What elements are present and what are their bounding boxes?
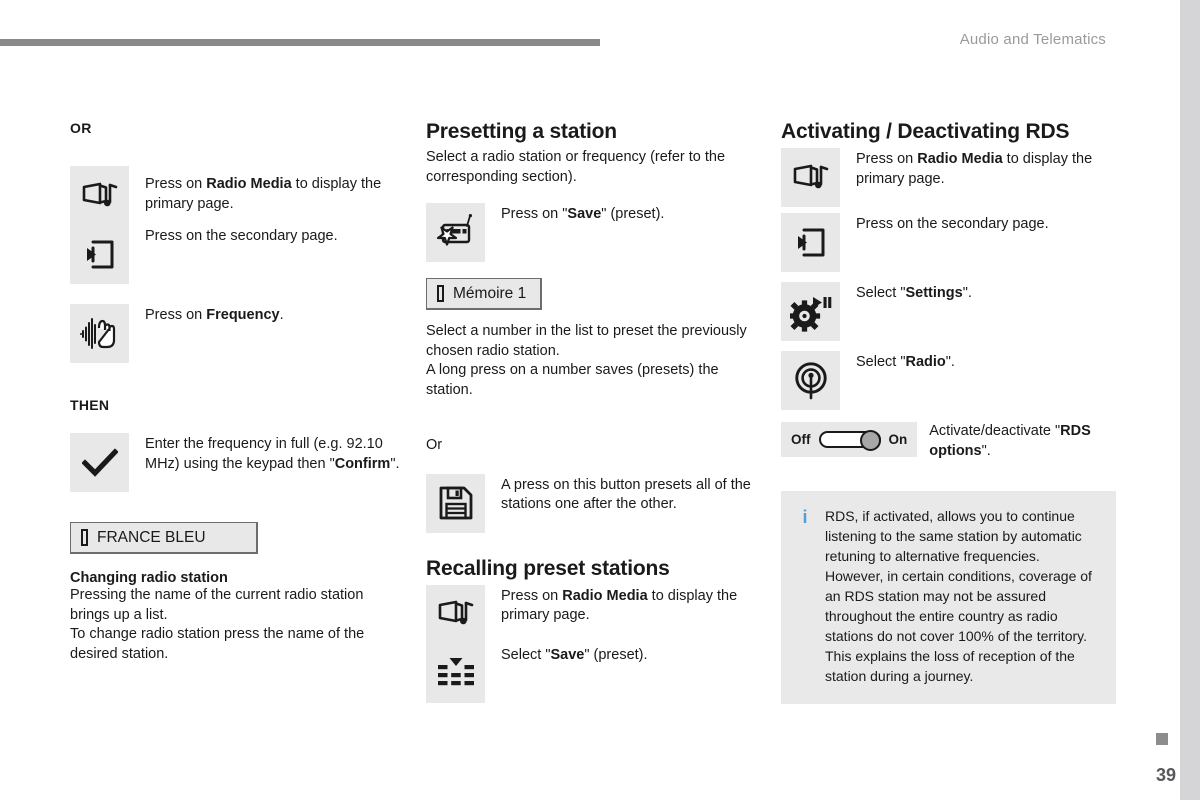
step-text-rds-settings: Select "Settings". (856, 285, 972, 302)
step-row-rds-radio-media: Press on Radio Media to display the prim… (781, 148, 1116, 208)
header-rule (0, 39, 600, 46)
page-corner-marker (1156, 733, 1168, 745)
radio-star-save-icon[interactable] (426, 203, 485, 263)
radio-media-icon[interactable] (781, 148, 840, 208)
memory-note: Select a number in the list to preset th… (426, 323, 747, 398)
toggle-track[interactable] (818, 430, 881, 452)
presetting-title: Presetting a station (426, 120, 617, 143)
step-text-radio-media: Press on Radio Media to display the prim… (145, 176, 382, 212)
step-text-confirm: Enter the frequency in full (e.g. 92.10 … (145, 436, 400, 472)
memory-button-label: Mémoire 1 (453, 284, 527, 302)
step-text-rds-radio-media: Press on Radio Media to display the prim… (856, 151, 1093, 187)
toggle-on-label: On (888, 432, 908, 448)
toggle-off-label: Off (791, 432, 811, 448)
radio-media-icon[interactable] (70, 166, 129, 225)
secondary-page-icon[interactable] (781, 213, 840, 273)
header-title: Audio and Telematics (959, 31, 1106, 48)
step-row-rds-secondary-page: Press on the secondary page. (781, 213, 1116, 273)
changing-station-body: Pressing the name of the current radio s… (70, 587, 365, 662)
or-label: OR (70, 120, 92, 136)
step-text-rds-toggle: Activate/deactivate "RDS options". (929, 423, 1091, 459)
step-text-rds-radio: Select "Radio". (856, 354, 955, 371)
info-icon: i (802, 507, 808, 528)
floppy-disk-icon[interactable] (426, 473, 485, 533)
step-row-recall-radio-media: Press on Radio Media to display the prim… (426, 584, 756, 644)
step-row-preset-all: A press on this button presets all of th… (426, 473, 756, 533)
station-name-button[interactable]: FRANCE BLEU (70, 522, 258, 554)
column-middle: Presetting a station Select a radio stat… (426, 120, 756, 703)
step-text-preset-all: A press on this button presets all of th… (501, 476, 751, 513)
check-mark-icon[interactable] (70, 433, 129, 492)
rds-info-box: i RDS, if activated, allows you to conti… (781, 491, 1116, 705)
step-text-frequency: Press on Frequency. (145, 307, 284, 323)
step-row-rds-settings: Select "Settings". (781, 282, 1116, 342)
step-row-secondary-page: Press on the secondary page. (70, 225, 400, 284)
step-row-frequency: Press on Frequency. (70, 304, 400, 363)
station-name-label: FRANCE BLEU (97, 528, 206, 546)
recalling-title: Recalling preset stations (426, 556, 670, 580)
radio-media-icon[interactable] (426, 584, 485, 644)
secondary-page-icon[interactable] (70, 225, 129, 284)
frequency-waveform-icon[interactable] (70, 304, 129, 363)
step-text-secondary-page: Press on the secondary page. (145, 228, 338, 244)
step-row-rds-toggle: Off On Activate/deactivate "RDS options"… (781, 422, 1116, 461)
radio-antenna-icon[interactable] (781, 351, 840, 411)
or-label-middle: Or (426, 437, 443, 454)
then-label: THEN (70, 397, 110, 413)
toggle-knob[interactable] (859, 430, 881, 452)
step-row-recall-preset-list: Select "Save" (preset). (426, 643, 756, 703)
column-right: Activating / Deactivating RDS Press on R… (781, 120, 1116, 705)
changing-station-heading: Changing radio station (70, 570, 228, 586)
column-left: OR Press on Radio Media to display the p… (70, 120, 400, 670)
rds-info-text: RDS, if activated, allows you to continu… (825, 508, 1092, 685)
memory-glyph-icon (437, 285, 444, 303)
rds-toggle[interactable]: Off On (781, 422, 918, 458)
rds-title: Activating / Deactivating RDS (781, 120, 1070, 143)
step-text-rds-secondary-page: Press on the secondary page. (856, 216, 1049, 233)
step-text-recall-preset-list: Select "Save" (preset). (501, 646, 648, 663)
preset-list-icon[interactable] (426, 643, 485, 703)
station-glyph-icon (81, 529, 88, 546)
settings-gear-icon[interactable] (781, 282, 840, 342)
step-row-radio-media: Press on Radio Media to display the prim… (70, 166, 400, 225)
step-row-rds-radio: Select "Radio". (781, 351, 1116, 411)
presetting-intro: Select a radio station or frequency (ref… (426, 149, 726, 185)
step-row-save: Press on "Save" (preset). (426, 203, 756, 263)
step-text-recall-radio-media: Press on Radio Media to display the prim… (501, 587, 738, 624)
memory-button[interactable]: Mémoire 1 (426, 278, 543, 311)
step-text-save: Press on "Save" (preset). (501, 206, 665, 223)
step-row-confirm: Enter the frequency in full (e.g. 92.10 … (70, 433, 400, 492)
page-number: 39 (1155, 765, 1176, 785)
page-edge-strip (1180, 0, 1200, 800)
